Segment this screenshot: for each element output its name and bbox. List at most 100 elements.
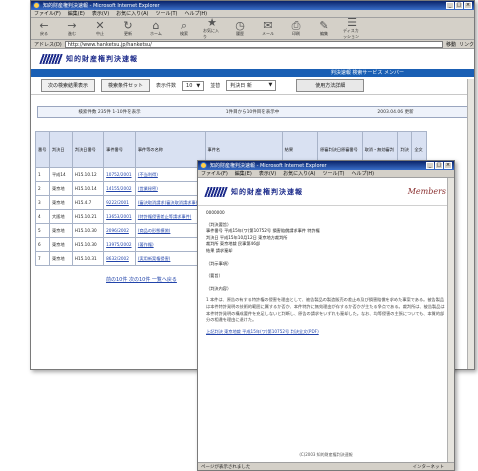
search-controls: 次の検索結果表示 検索条件セット 表示件数 10 ▼ 並替 判決日 新 ▼ 使用方法… bbox=[31, 77, 474, 95]
go-button[interactable]: 移動 bbox=[446, 41, 456, 48]
browser-window-detail: 知的財産権判決速報 - Microsoft Internet Explorer … bbox=[197, 160, 455, 471]
table-cell: H15.4.7 bbox=[71, 195, 105, 210]
table-cell[interactable]: 9222/2001 bbox=[103, 195, 136, 210]
judgment-document: 0000000 （判決要旨） 事件番号 平成15年(ワ)第10752号 損害賠償請… bbox=[198, 206, 454, 339]
toolbar-label: 中止 bbox=[96, 31, 104, 36]
table-cell: 6 bbox=[35, 237, 50, 252]
search-icon: ⌕ bbox=[180, 19, 188, 32]
toolbar-label: ホーム bbox=[150, 31, 162, 36]
close-button[interactable]: × bbox=[444, 162, 452, 169]
search-button[interactable]: ⌕ 検索 bbox=[175, 20, 193, 38]
table-cell[interactable]: (不当利得) bbox=[134, 167, 206, 182]
menu-favorites[interactable]: お気に入り(A) bbox=[283, 170, 315, 177]
table-cell: 大阪地 bbox=[48, 209, 73, 224]
per-page-label: 表示件数 bbox=[156, 83, 177, 89]
menu-view[interactable]: 表示(V) bbox=[92, 10, 109, 17]
stop-button[interactable]: ✕ 中止 bbox=[91, 20, 109, 38]
result-count: 検索件数 235件 1-10件を表示 bbox=[78, 110, 141, 115]
menu-tools[interactable]: ツール(T) bbox=[156, 10, 178, 17]
table-cell[interactable]: 8632/2002 bbox=[103, 251, 136, 266]
menu-edit[interactable]: 編集(E) bbox=[235, 170, 252, 177]
edit-button[interactable]: ✎ 編集 bbox=[315, 20, 333, 38]
home-button[interactable]: ⌂ ホーム bbox=[147, 20, 165, 38]
favorites-button[interactable]: ★ お気に入り bbox=[203, 17, 221, 39]
menu-favorites[interactable]: お気に入り(A) bbox=[116, 10, 148, 17]
toolbar-label: 戻る bbox=[40, 31, 48, 36]
maximize-button[interactable]: □ bbox=[455, 2, 463, 9]
menu-bar: ファイル(F) 編集(E) 表示(V) お気に入り(A) ツール(T) ヘルプ(… bbox=[198, 170, 454, 178]
column-header[interactable]: 判決日 bbox=[48, 131, 73, 168]
summary-line: （要旨） bbox=[206, 273, 223, 279]
table-cell[interactable]: (著作権) bbox=[134, 237, 206, 252]
refresh-button[interactable]: ↻ 更新 bbox=[119, 20, 137, 38]
help-button[interactable]: 使用方法詳細 bbox=[296, 79, 365, 92]
table-cell: 7 bbox=[35, 251, 50, 266]
table-cell[interactable]: 10752/2001 bbox=[103, 167, 136, 182]
menu-tools[interactable]: ツール(T) bbox=[323, 170, 345, 177]
discuss-icon: ☰ bbox=[347, 16, 357, 29]
menu-help[interactable]: ヘルプ(H) bbox=[351, 170, 374, 177]
result-info-bar: 検索件数 235件 1-10件を表示 1件目から10件目を表示中 2003.04… bbox=[37, 106, 468, 118]
next-results-button[interactable]: 次の検索結果表示 bbox=[41, 79, 96, 92]
per-page-select[interactable]: 10 ▼ bbox=[182, 80, 205, 91]
history-button[interactable]: ◷ 履歴 bbox=[231, 20, 249, 38]
toolbar-label: お気に入り bbox=[203, 28, 219, 39]
table-cell[interactable]: (営業秘密) bbox=[134, 181, 206, 196]
toolbar-label: 進む bbox=[68, 31, 76, 36]
toolbar-label: 編集 bbox=[320, 31, 328, 36]
table-cell[interactable]: 13975/2002 bbox=[103, 237, 136, 252]
search-condition-button[interactable]: 検索条件セット bbox=[101, 79, 151, 92]
address-input[interactable]: http://www.hanketsu.jp/hanketsu/ bbox=[64, 40, 443, 48]
mail-icon: ✉ bbox=[263, 19, 273, 32]
toolbar: ← 戻る → 進む ✕ 中止 ↻ 更新 ⌂ ホーム ⌕ 検索 ★ お気に入り ◷ 履歴 ✉ メール ⎙ 印刷 ✎ 編集 ☰ デ… bbox=[31, 16, 474, 40]
related-link[interactable]: 上記判決 東京地裁 平成15年(ワ)第10752号 判決全文(PDF) bbox=[206, 329, 446, 336]
column-header[interactable]: 番号 bbox=[35, 131, 50, 168]
minimize-button[interactable]: _ bbox=[446, 2, 454, 9]
close-button[interactable]: × bbox=[464, 2, 472, 9]
table-cell[interactable]: 2096/2002 bbox=[103, 223, 136, 238]
table-cell[interactable]: (実用新案権侵害) bbox=[134, 251, 206, 266]
table-cell: 4 bbox=[35, 209, 50, 224]
toolbar-label: ディスカッション bbox=[343, 28, 359, 39]
scrollbar[interactable] bbox=[467, 79, 474, 369]
pager-links[interactable]: 前の10件 次の10件 一覧へ戻る bbox=[106, 276, 177, 283]
table-cell[interactable]: (審決取消請求)審決取消請求事件 bbox=[134, 195, 206, 210]
table-cell[interactable]: (商品の形態模倣) bbox=[134, 223, 206, 238]
ie-icon bbox=[200, 162, 207, 169]
scrollbar[interactable] bbox=[447, 178, 454, 462]
footer: (C)2003 知的財産権判決速報 bbox=[299, 452, 353, 457]
discuss-button[interactable]: ☰ ディスカッション bbox=[343, 16, 361, 39]
site-name[interactable]: 知的財産権判決速報 bbox=[231, 187, 303, 197]
column-header[interactable]: 判決日番号 bbox=[71, 131, 105, 168]
column-header[interactable]: 事件番号 bbox=[103, 131, 136, 168]
maximize-button[interactable]: □ bbox=[435, 162, 443, 169]
back-button[interactable]: ← 戻る bbox=[35, 20, 53, 38]
print-button[interactable]: ⎙ 印刷 bbox=[287, 20, 305, 38]
table-cell[interactable]: (特許権侵害差止等請求事件) bbox=[134, 209, 206, 224]
refresh-icon: ↻ bbox=[123, 19, 133, 32]
menu-file[interactable]: ファイル(F) bbox=[201, 170, 228, 177]
menu-file[interactable]: ファイル(F) bbox=[34, 10, 61, 17]
table-cell[interactable]: 14155/2002 bbox=[103, 181, 136, 196]
doc-id: 0000000 bbox=[206, 210, 225, 215]
summary-line: （判示事項） bbox=[206, 260, 232, 266]
forward-button[interactable]: → 進む bbox=[63, 20, 81, 38]
ie-icon bbox=[33, 2, 40, 9]
menu-edit[interactable]: 編集(E) bbox=[68, 10, 85, 17]
judgment-summary: （判決要旨） 事件番号 平成15年(ワ)第10752号 損害賠償請求事件 特許権判… bbox=[206, 222, 446, 293]
minimize-button[interactable]: _ bbox=[426, 162, 434, 169]
menu-help[interactable]: ヘルプ(H) bbox=[184, 10, 207, 17]
column-header[interactable]: 事件等の名称 bbox=[134, 131, 206, 168]
table-cell: 1 bbox=[35, 167, 50, 182]
forward-icon: → bbox=[67, 19, 77, 32]
table-cell: 東京地 bbox=[48, 195, 73, 210]
stop-icon: ✕ bbox=[95, 19, 105, 32]
sort-select[interactable]: 判決日 新 ▼ bbox=[226, 80, 277, 91]
menu-view[interactable]: 表示(V) bbox=[259, 170, 276, 177]
mail-button[interactable]: ✉ メール bbox=[259, 20, 277, 38]
links-label[interactable]: リンク bbox=[459, 41, 474, 48]
table-cell[interactable]: 13653/2001 bbox=[103, 209, 136, 224]
site-header: 知的財産権判決速報 Members bbox=[198, 178, 454, 206]
site-name[interactable]: 知的財産権判決速報 bbox=[66, 54, 138, 64]
summary-line: （判決内容） bbox=[206, 285, 232, 291]
